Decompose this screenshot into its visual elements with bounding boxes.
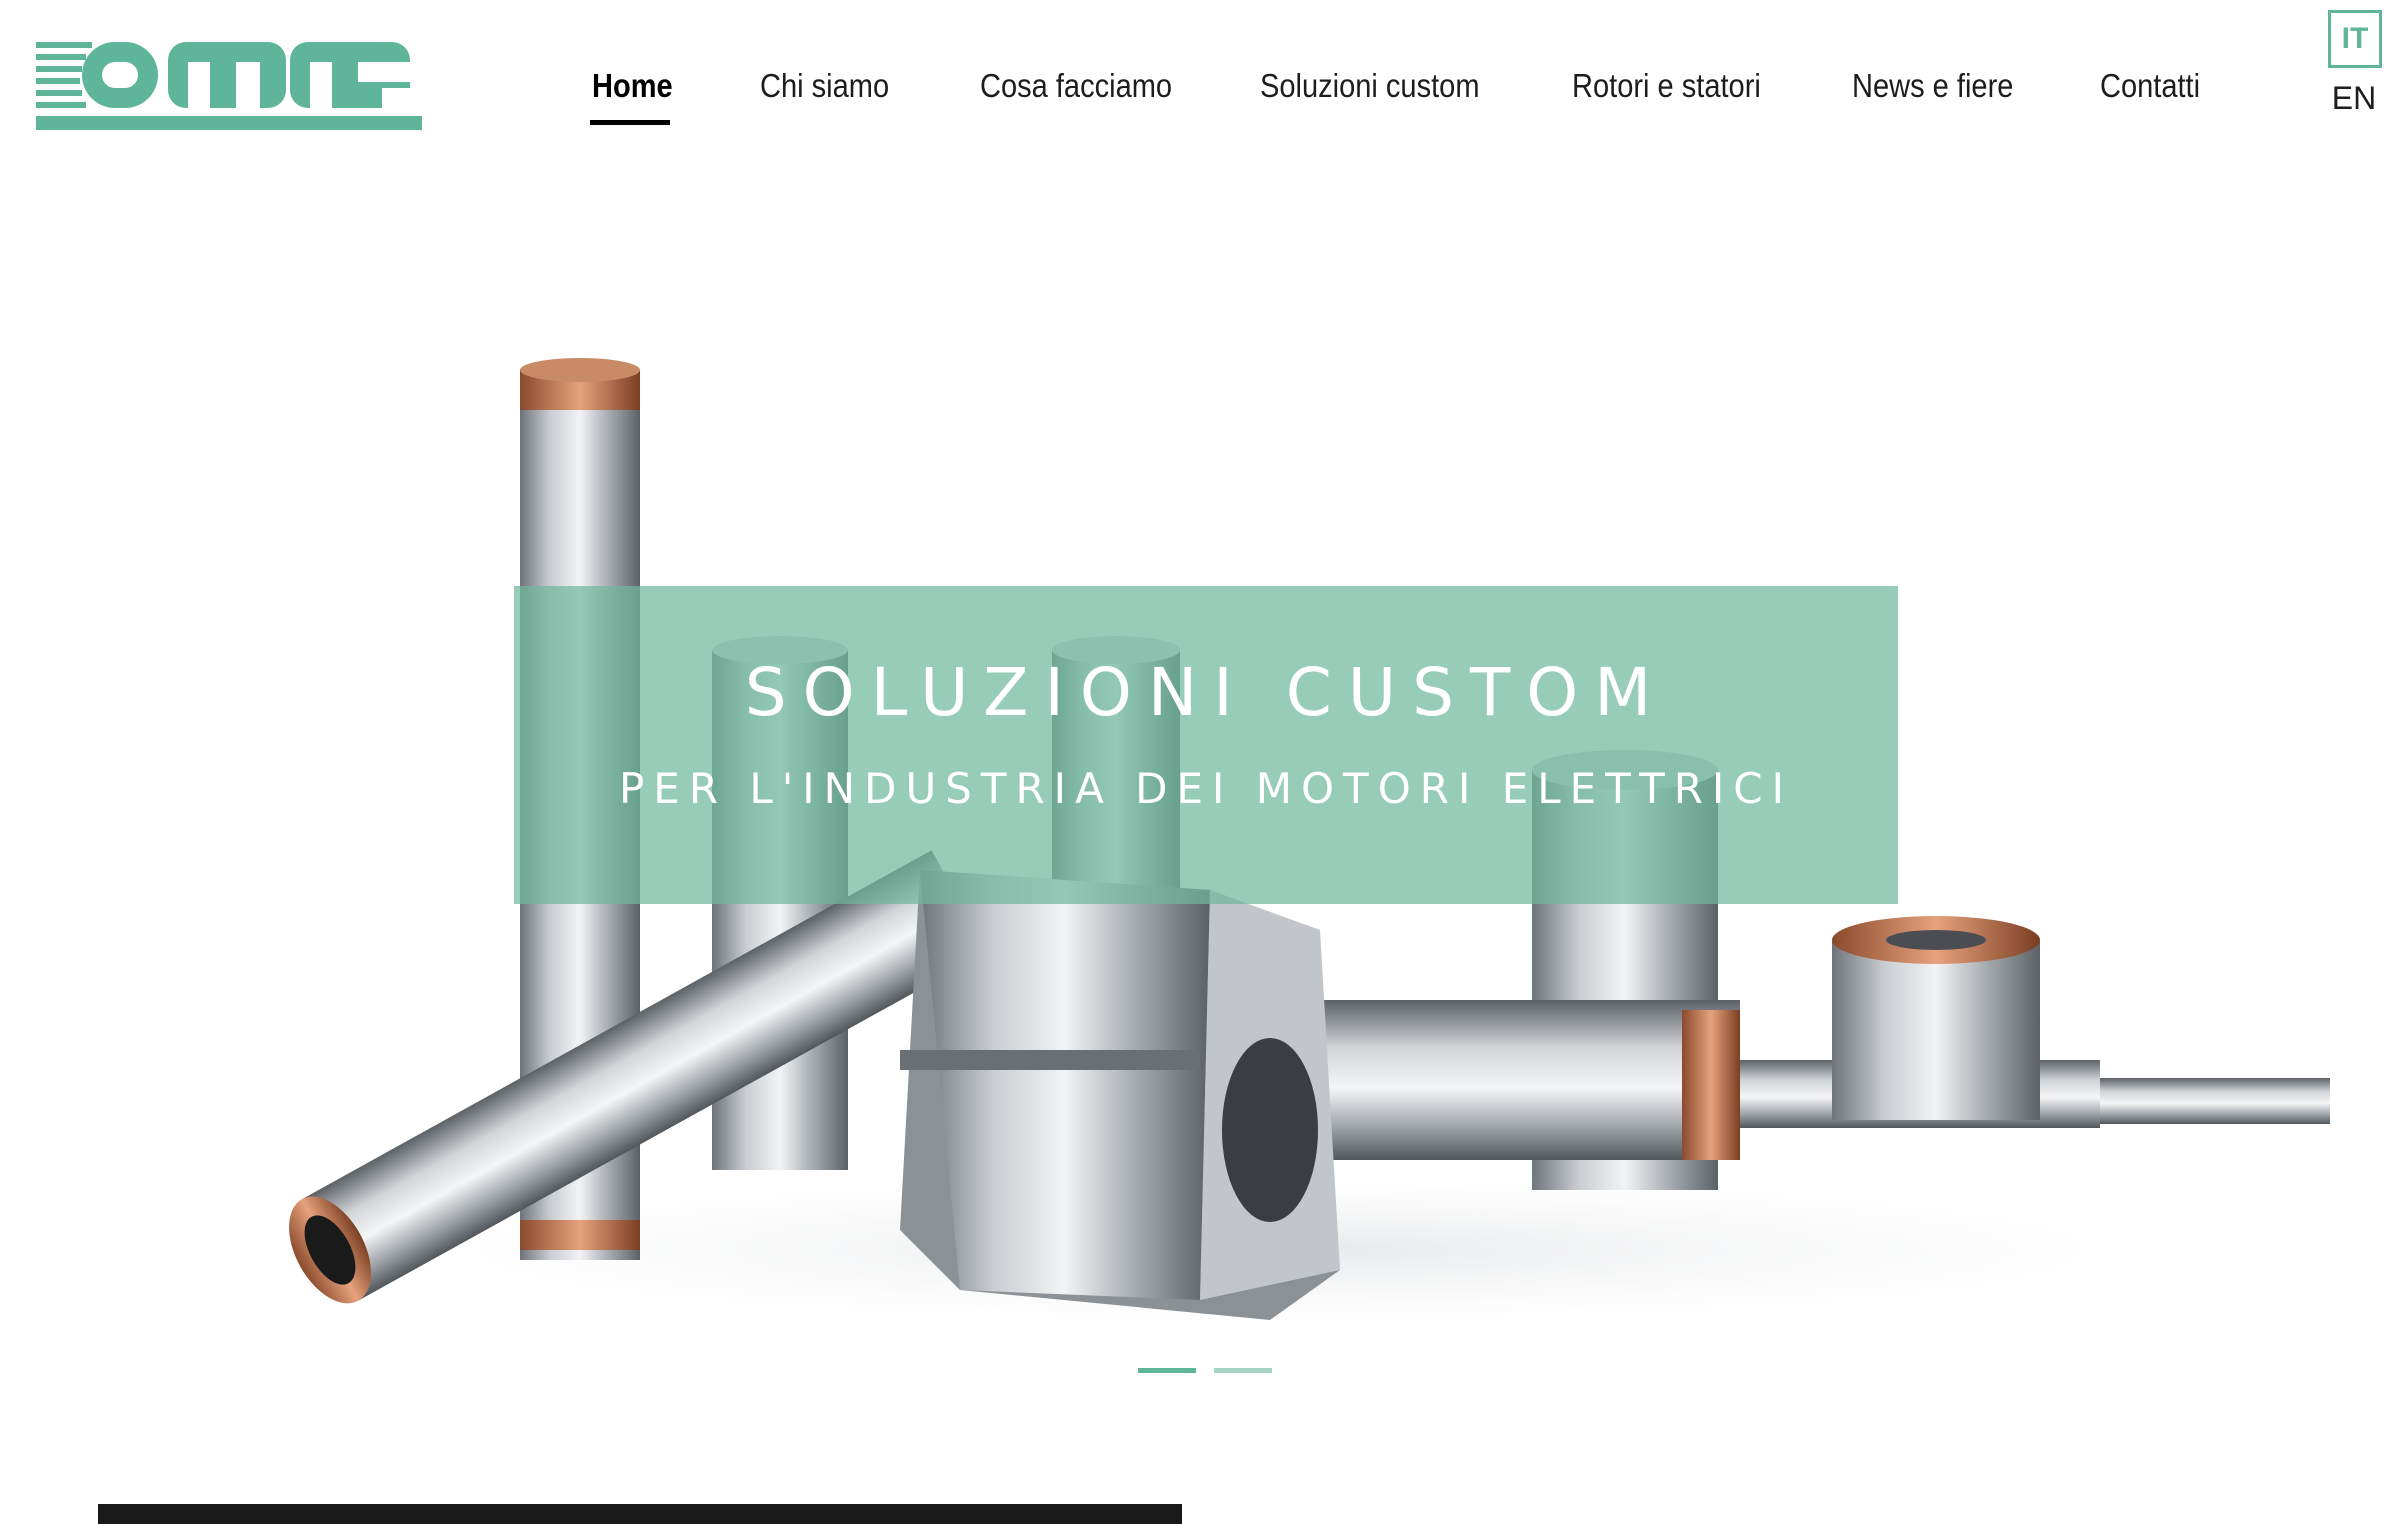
- nav-news-fiere[interactable]: News e fiere: [1852, 58, 2013, 114]
- site-header: Home Chi siamo Cosa facciamo Soluzioni c…: [0, 0, 2400, 170]
- slide-dot-1[interactable]: [1138, 1368, 1196, 1373]
- slide-dot-2[interactable]: [1214, 1368, 1272, 1373]
- hero-slider: SOLUZIONI CUSTOM PER L'INDUSTRIA DEI MOT…: [0, 170, 2400, 1410]
- nav-cosa-facciamo[interactable]: Cosa facciamo: [980, 58, 1172, 114]
- nav-chi-siamo[interactable]: Chi siamo: [760, 58, 889, 114]
- omm2-logo[interactable]: [36, 38, 426, 134]
- nav-home[interactable]: Home: [592, 58, 673, 114]
- nav-contatti[interactable]: Contatti: [2100, 58, 2200, 114]
- active-nav-underline: [590, 120, 670, 125]
- language-en-button[interactable]: EN: [2322, 78, 2386, 118]
- nav-soluzioni-custom[interactable]: Soluzioni custom: [1260, 58, 1480, 114]
- next-section-image: [98, 1504, 1182, 1524]
- nav-rotori-statori[interactable]: Rotori e statori: [1572, 58, 1761, 114]
- hero-title: SOLUZIONI CUSTOM: [744, 654, 1668, 731]
- hero-subtitle: PER L'INDUSTRIA DEI MOTORI ELETTRICI: [618, 764, 1794, 813]
- hero-banner: SOLUZIONI CUSTOM PER L'INDUSTRIA DEI MOT…: [514, 586, 1898, 904]
- language-it-button[interactable]: IT: [2328, 10, 2382, 68]
